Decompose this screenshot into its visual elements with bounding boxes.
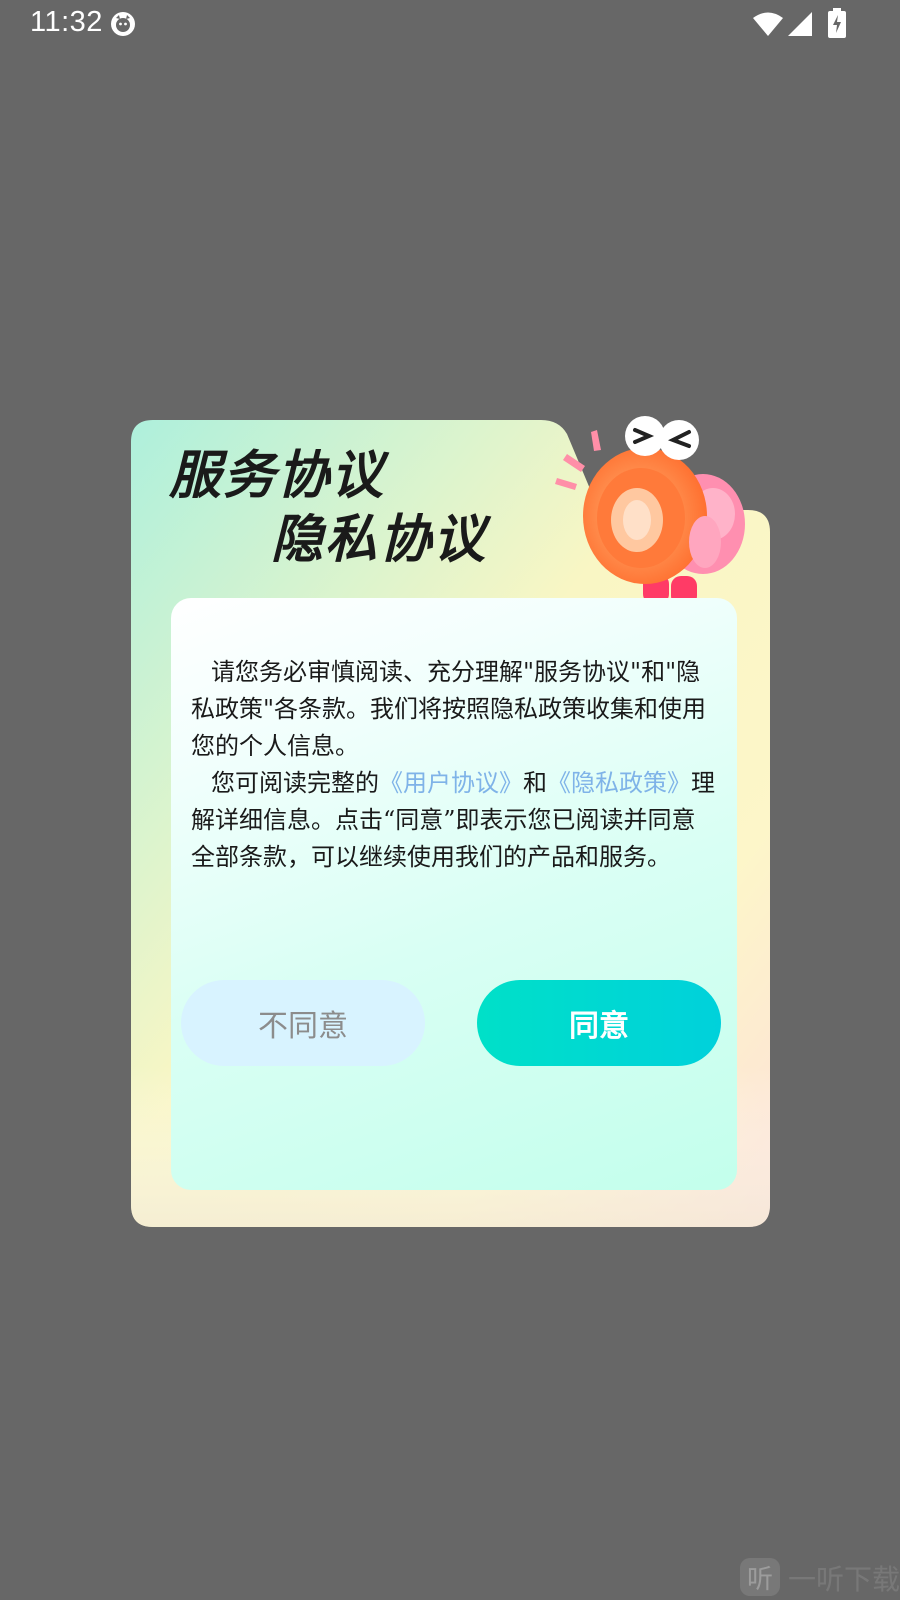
dialog-title-privacy: 隐私协议 <box>271 510 488 570</box>
disagree-button-label: 不同意 <box>258 1009 348 1044</box>
watermark-text: 一听下载 <box>788 1563 900 1596</box>
battery-charging-icon <box>828 8 846 38</box>
agreement-paragraph-1: 请您务必审慎阅读、充分理解"服务协议"和"隐私政策"各条款。我们将按照隐私政策收… <box>191 658 707 760</box>
agreement-p2-prefix: 您可阅读完整的 <box>211 769 379 797</box>
agree-button[interactable]: 同意 <box>477 980 721 1066</box>
signal-icon <box>788 12 812 36</box>
disagree-button[interactable]: 不同意 <box>181 980 425 1066</box>
wifi-icon <box>753 12 783 36</box>
content-panel: 请您务必审慎阅读、充分理解"服务协议"和"隐私政策"各条款。我们将按照隐私政策收… <box>171 598 737 1190</box>
watermark: 听 一听下载 <box>740 1556 900 1600</box>
agreement-text: 请您务必审慎阅读、充分理解"服务协议"和"隐私政策"各条款。我们将按照隐私政策收… <box>191 654 719 876</box>
privacy-dialog: 服务协议 隐私协议 请您务必审慎阅读、充分理解"服务协议"和"隐私政策"各条款。… <box>131 416 770 1227</box>
user-agreement-link[interactable]: 《用户协议》 <box>379 769 523 797</box>
agreement-paragraph-2: 您可阅读完整的《用户协议》和《隐私政策》理解详细信息。点击“同意”即表示您已阅读… <box>191 765 719 876</box>
dialog-title-service: 服务协议 <box>169 446 386 506</box>
agree-button-label: 同意 <box>569 1009 629 1044</box>
status-time: 11:32 <box>30 6 103 38</box>
app-notification-icon <box>111 12 135 36</box>
watermark-logo-icon: 听 <box>740 1558 780 1596</box>
agreement-p2-and: 和 <box>523 769 547 797</box>
status-bar: 11:32 <box>0 0 900 48</box>
privacy-policy-link[interactable]: 《隐私政策》 <box>547 769 691 797</box>
